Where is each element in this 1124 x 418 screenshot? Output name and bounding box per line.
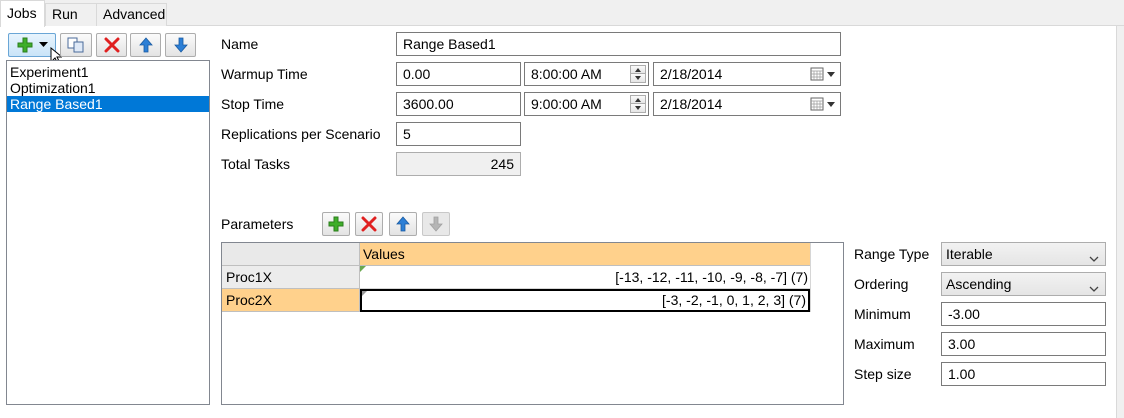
row-name: Proc1X [226, 269, 272, 285]
calendar-dropdown-icon[interactable] [810, 66, 838, 82]
calendar-dropdown-icon[interactable] [810, 96, 838, 112]
warmup-date-field[interactable]: 2/18/2014 [653, 62, 841, 86]
stop-clock-value: 9:00:00 AM [531, 96, 602, 112]
list-item[interactable]: Range Based1 [7, 96, 209, 112]
warmup-time-label: Warmup Time [221, 66, 308, 82]
delete-x-icon [104, 37, 120, 53]
move-parameter-down-button[interactable] [422, 212, 450, 236]
add-plus-icon [328, 216, 344, 232]
jobs-list[interactable]: Experiment1 Optimization1 Range Based1 [6, 60, 210, 405]
warmup-clock-value: 8:00:00 AM [531, 66, 602, 82]
move-parameter-up-button[interactable] [389, 212, 417, 236]
tab-advanced-label: Advanced [103, 6, 166, 22]
minimum-label: Minimum [854, 306, 911, 322]
step-size-field[interactable]: 1.00 [941, 362, 1106, 386]
values-column-header[interactable]: Values [360, 243, 810, 266]
maximum-label: Maximum [854, 336, 915, 352]
list-item[interactable]: Optimization1 [7, 80, 209, 96]
parameters-grid[interactable]: Values Proc1X [-13, -12, -11, -10, -9, -… [221, 242, 844, 405]
tab-run[interactable]: Run [45, 3, 97, 26]
replications-label: Replications per Scenario [221, 126, 381, 142]
total-tasks-value: 245 [490, 156, 514, 172]
warmup-time-field[interactable]: 0.00 [396, 62, 521, 86]
table-row-selected[interactable]: [-3, -2, -1, 0, 1, 2, 3] (7) [360, 289, 810, 312]
dropdown-arrow-icon[interactable] [38, 42, 48, 48]
ordering-value: Ascending [946, 276, 1012, 292]
arrow-down-icon [429, 216, 443, 232]
arrow-up-icon [138, 37, 153, 53]
stop-date-field[interactable]: 2/18/2014 [653, 92, 841, 116]
stop-time-value: 3600.00 [403, 96, 454, 112]
warmup-clock-spinner[interactable] [630, 65, 646, 83]
spin-up-icon[interactable] [630, 65, 646, 74]
name-value: Range Based1 [403, 36, 496, 52]
minimum-value: -3.00 [948, 306, 980, 322]
warmup-date-value: 2/18/2014 [660, 66, 723, 82]
grid-line [810, 243, 811, 312]
total-tasks-label: Total Tasks [221, 156, 290, 172]
maximum-field[interactable]: 3.00 [941, 332, 1106, 356]
table-row-header[interactable]: Proc2X [222, 289, 360, 312]
move-job-up-button[interactable] [130, 33, 161, 57]
spin-down-icon[interactable] [630, 74, 646, 83]
name-label: Name [221, 36, 259, 52]
stop-date-value: 2/18/2014 [660, 96, 723, 112]
step-size-label: Step size [854, 366, 912, 382]
warmup-clock-field[interactable]: 8:00:00 AM [524, 62, 649, 86]
add-parameter-button[interactable] [322, 212, 350, 236]
warmup-time-value: 0.00 [403, 66, 431, 82]
chevron-down-icon [1089, 278, 1099, 300]
cell-marker-icon [360, 266, 366, 272]
ordering-select[interactable]: Ascending [941, 272, 1106, 296]
step-size-value: 1.00 [948, 366, 976, 382]
spin-down-icon[interactable] [630, 104, 646, 113]
row-values: [-13, -12, -11, -10, -9, -8, -7] (7) [615, 269, 808, 285]
move-job-down-button[interactable] [165, 33, 196, 57]
copy-icon [67, 37, 85, 53]
tab-jobs-label: Jobs [7, 5, 37, 21]
parameters-label: Parameters [221, 216, 294, 232]
add-plus-icon [17, 37, 33, 53]
table-row-header[interactable]: Proc1X [222, 266, 360, 289]
replications-value: 5 [403, 126, 411, 142]
tab-run-label: Run [52, 6, 78, 22]
name-field[interactable]: Range Based1 [396, 32, 841, 56]
tab-advanced[interactable]: Advanced [96, 3, 167, 26]
stop-clock-spinner[interactable] [630, 95, 646, 113]
stop-clock-field[interactable]: 9:00:00 AM [524, 92, 649, 116]
grid-corner [222, 243, 360, 266]
arrow-down-icon [173, 37, 188, 53]
range-type-select[interactable]: Iterable [941, 242, 1106, 266]
stop-time-label: Stop Time [221, 96, 285, 112]
row-values: [-3, -2, -1, 0, 1, 2, 3] (7) [662, 292, 806, 308]
values-header-label: Values [363, 246, 405, 262]
range-type-label: Range Type [854, 246, 930, 262]
row-name: Proc2X [226, 292, 272, 308]
tab-strip: Jobs Run Advanced [0, 0, 1124, 27]
maximum-value: 3.00 [948, 336, 976, 352]
add-job-button[interactable] [8, 33, 56, 57]
delete-x-icon [361, 216, 377, 232]
stop-time-field[interactable]: 3600.00 [396, 92, 521, 116]
chevron-down-icon [1089, 248, 1099, 270]
delete-job-button[interactable] [96, 33, 127, 57]
list-item[interactable]: Experiment1 [7, 64, 209, 80]
cell-marker-icon [362, 291, 367, 296]
table-row[interactable]: [-13, -12, -11, -10, -9, -8, -7] (7) [360, 266, 810, 289]
delete-parameter-button[interactable] [355, 212, 383, 236]
copy-job-button[interactable] [60, 33, 92, 57]
spin-up-icon[interactable] [630, 95, 646, 104]
arrow-up-icon [396, 216, 410, 232]
range-type-value: Iterable [946, 246, 993, 262]
minimum-field[interactable]: -3.00 [941, 302, 1106, 326]
ordering-label: Ordering [854, 276, 909, 292]
tab-jobs[interactable]: Jobs [0, 0, 45, 27]
total-tasks-field: 245 [396, 152, 521, 176]
replications-field[interactable]: 5 [396, 122, 521, 146]
